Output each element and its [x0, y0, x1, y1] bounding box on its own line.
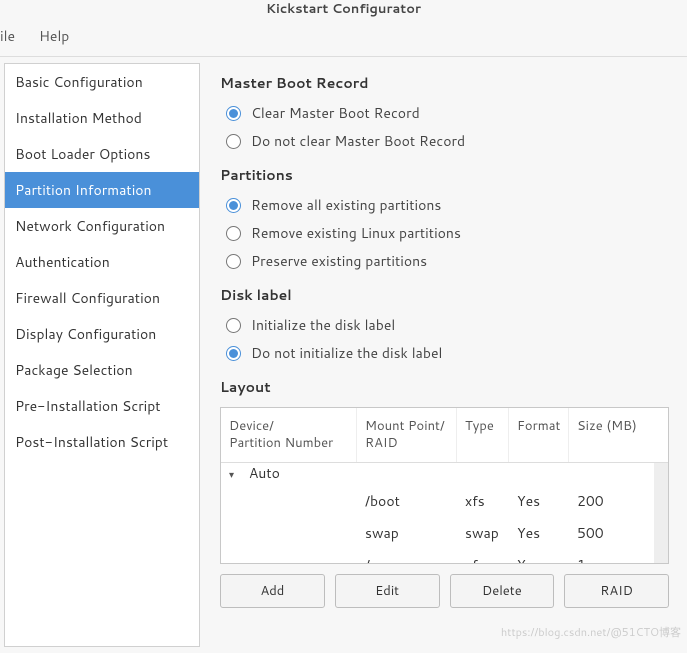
col-type[interactable]: Type: [457, 408, 509, 462]
sidebar-item-firewall-configuration[interactable]: Firewall Configuration: [5, 280, 199, 316]
main-panel: Master Boot Record Clear Master Boot Rec…: [200, 57, 687, 653]
table-row[interactable]: swapswapYes500: [221, 517, 668, 549]
mbr-option-0[interactable]: Clear Master Boot Record: [226, 103, 669, 123]
table-row[interactable]: /xfsYes1: [221, 549, 668, 563]
table-row[interactable]: /bootxfsYes200: [221, 485, 668, 517]
partitions-radio-0[interactable]: [226, 198, 241, 213]
section-mbr-title: Master Boot Record: [220, 73, 669, 93]
partitions-label-2: Preserve existing partitions: [251, 251, 427, 271]
sidebar-item-post-installation-script[interactable]: Post-Installation Script: [5, 424, 199, 460]
tree-expander-icon[interactable]: ▾: [229, 468, 239, 482]
sidebar-item-installation-method[interactable]: Installation Method: [5, 100, 199, 136]
button-row: Add Edit Delete RAID: [220, 574, 669, 608]
disklabel-option-1[interactable]: Do not initialize the disk label: [226, 343, 669, 363]
mbr-option-1[interactable]: Do not clear Master Boot Record: [226, 131, 669, 151]
section-partitions-title: Partitions: [220, 165, 669, 185]
partitions-radio-1[interactable]: [226, 226, 241, 241]
partitions-label-1: Remove existing Linux partitions: [251, 223, 461, 243]
table-header-row: Device/ Partition Number Mount Point/ RA…: [221, 408, 668, 463]
disklabel-radio-1[interactable]: [226, 346, 241, 361]
edit-button[interactable]: Edit: [335, 574, 440, 608]
cell-type: swap: [457, 517, 509, 549]
cell-type: xfs: [457, 549, 509, 563]
col-mount[interactable]: Mount Point/ RAID: [357, 408, 457, 462]
sidebar-item-partition-information[interactable]: Partition Information: [5, 172, 199, 208]
root-node-label: Auto: [249, 463, 280, 483]
disklabel-label-0: Initialize the disk label: [251, 315, 395, 335]
partitions-label-0: Remove all existing partitions: [251, 195, 441, 215]
cell-format: Yes: [509, 485, 569, 517]
partitions-radio-2[interactable]: [226, 254, 241, 269]
sidebar-item-boot-loader-options[interactable]: Boot Loader Options: [5, 136, 199, 172]
sidebar: Basic ConfigurationInstallation MethodBo…: [4, 63, 200, 647]
sidebar-item-pre-installation-script[interactable]: Pre-Installation Script: [5, 388, 199, 424]
menu-help[interactable]: Help: [39, 26, 69, 46]
table-row[interactable]: ▾ Auto: [221, 463, 668, 485]
cell-mount: /boot: [357, 485, 457, 517]
mbr-label-1: Do not clear Master Boot Record: [251, 131, 465, 151]
mbr-radio-1[interactable]: [226, 134, 241, 149]
watermark: https://blog.csdn.net/@51CTO博客: [501, 624, 681, 640]
cell-format: Yes: [509, 517, 569, 549]
sidebar-item-display-configuration[interactable]: Display Configuration: [5, 316, 199, 352]
scrollbar[interactable]: [654, 463, 668, 563]
col-device[interactable]: Device/ Partition Number: [221, 408, 357, 462]
section-layout-title: Layout: [220, 377, 669, 397]
disklabel-option-0[interactable]: Initialize the disk label: [226, 315, 669, 335]
menubar: ile Help: [0, 18, 687, 57]
window-title: Kickstart Configurator: [0, 0, 687, 18]
partitions-option-1[interactable]: Remove existing Linux partitions: [226, 223, 669, 243]
delete-button[interactable]: Delete: [450, 574, 555, 608]
cell-mount: swap: [357, 517, 457, 549]
menu-file[interactable]: ile: [0, 26, 15, 46]
table-body[interactable]: ▾ Auto /bootxfsYes200swapswapYes500/xfsY…: [221, 463, 668, 563]
cell-format: Yes: [509, 549, 569, 563]
partitions-option-2[interactable]: Preserve existing partitions: [226, 251, 669, 271]
add-button[interactable]: Add: [220, 574, 325, 608]
layout-table: Device/ Partition Number Mount Point/ RA…: [220, 407, 669, 564]
disklabel-label-1: Do not initialize the disk label: [251, 343, 442, 363]
col-size[interactable]: Size (MB): [569, 408, 668, 462]
section-disklabel-title: Disk label: [220, 285, 669, 305]
mbr-radio-0[interactable]: [226, 106, 241, 121]
cell-type: xfs: [457, 485, 509, 517]
raid-button[interactable]: RAID: [564, 574, 669, 608]
cell-mount: /: [357, 549, 457, 563]
disklabel-radio-0[interactable]: [226, 318, 241, 333]
sidebar-item-network-configuration[interactable]: Network Configuration: [5, 208, 199, 244]
sidebar-item-authentication[interactable]: Authentication: [5, 244, 199, 280]
sidebar-item-basic-configuration[interactable]: Basic Configuration: [5, 64, 199, 100]
mbr-label-0: Clear Master Boot Record: [251, 103, 420, 123]
sidebar-item-package-selection[interactable]: Package Selection: [5, 352, 199, 388]
col-format[interactable]: Format: [509, 408, 569, 462]
partitions-option-0[interactable]: Remove all existing partitions: [226, 195, 669, 215]
